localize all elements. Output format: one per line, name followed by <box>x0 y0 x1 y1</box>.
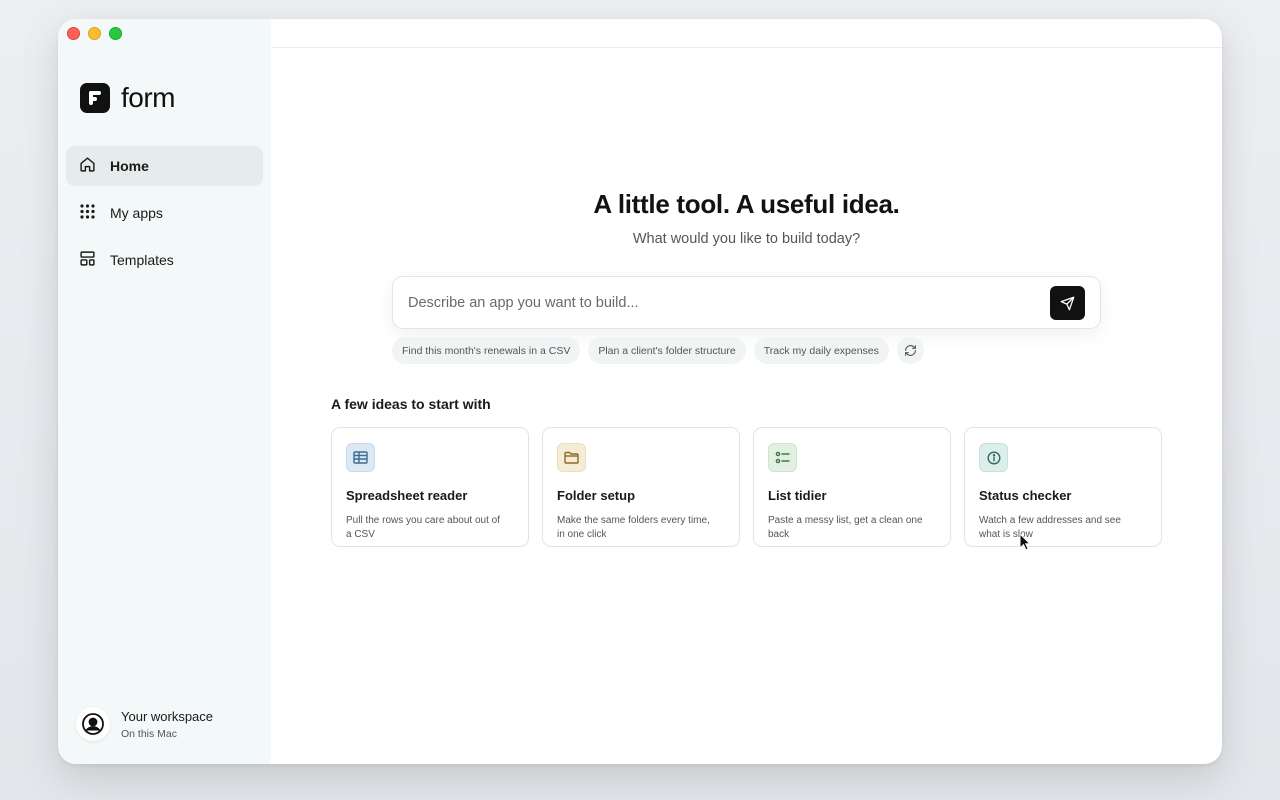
close-window-button[interactable] <box>67 27 80 40</box>
grid-icon <box>79 203 96 223</box>
sidebar-item-label: Templates <box>110 252 174 268</box>
suggestion-chip[interactable]: Find this month's renewals in a CSV <box>392 337 581 364</box>
sidebar-item-label: Home <box>110 158 149 174</box>
sidebar-item-home[interactable]: Home <box>66 146 263 186</box>
app-window: form Home My apps Templates Your workspa… <box>58 19 1222 764</box>
prompt-box <box>392 276 1101 329</box>
form-logo-icon <box>80 83 110 113</box>
card-description: Watch a few addresses and see what is sl… <box>979 515 1121 540</box>
main-content: A little tool. A useful idea. What would… <box>271 19 1222 764</box>
info-icon <box>979 443 1008 472</box>
send-button[interactable] <box>1050 286 1085 320</box>
card-description: Make the same folders every time, in one… <box>557 515 710 540</box>
idea-card-folder-setup[interactable]: Folder setup Make the same folders every… <box>542 427 740 547</box>
window-controls <box>67 27 122 40</box>
card-title: Spreadsheet reader <box>346 488 468 503</box>
templates-icon <box>79 250 96 270</box>
refresh-icon <box>904 345 916 356</box>
sidebar: form Home My apps Templates Your workspa… <box>58 19 271 764</box>
user-icon <box>82 713 104 735</box>
sidebar-nav: Home My apps Templates <box>66 146 263 287</box>
home-icon <box>79 156 96 176</box>
folder-icon <box>557 443 586 472</box>
workspace-location: On this Mac <box>121 727 178 740</box>
prompt-input[interactable] <box>408 277 1028 328</box>
idea-cards: Spreadsheet reader Pull the rows you car… <box>331 427 1162 547</box>
card-description: Paste a messy list, get a clean one back <box>768 515 923 540</box>
ideas-heading: A few ideas to start with <box>331 396 491 412</box>
page-subtitle: What would you like to build today? <box>632 231 861 247</box>
minimize-window-button[interactable] <box>88 27 101 40</box>
title-bar <box>271 19 1222 48</box>
idea-card-spreadsheet-reader[interactable]: Spreadsheet reader Pull the rows you car… <box>331 427 529 547</box>
sidebar-item-templates[interactable]: Templates <box>66 240 263 280</box>
sidebar-item-my-apps[interactable]: My apps <box>66 193 263 233</box>
workspace-name: Your workspace <box>121 708 214 724</box>
avatar <box>76 707 110 741</box>
card-title: Status checker <box>979 488 1072 503</box>
mouse-cursor-icon <box>1019 533 1031 551</box>
idea-card-status-checker[interactable]: Status checker Watch a few addresses and… <box>964 427 1162 547</box>
workspace-switcher[interactable]: Your workspace On this Mac <box>76 707 213 741</box>
card-title: List tidier <box>768 488 827 503</box>
table-icon <box>346 443 375 472</box>
card-description: Pull the rows you care about out of a CS… <box>346 515 500 540</box>
brand: form <box>80 82 176 114</box>
sidebar-item-label: My apps <box>110 205 163 221</box>
card-title: Folder setup <box>557 488 636 503</box>
checklist-icon <box>768 443 797 472</box>
suggestion-chip[interactable]: Plan a client's folder structure <box>588 337 746 364</box>
suggestion-chips: Find this month's renewals in a CSV Plan… <box>392 337 924 364</box>
maximize-window-button[interactable] <box>109 27 122 40</box>
suggestion-chip[interactable]: Track my daily expenses <box>753 337 889 364</box>
idea-card-list-tidier[interactable]: List tidier Paste a messy list, get a cl… <box>753 427 951 547</box>
send-icon <box>1060 296 1075 310</box>
page-title: A little tool. A useful idea. <box>593 189 900 219</box>
refresh-suggestions-button[interactable] <box>896 337 924 364</box>
app-name: form <box>121 82 176 113</box>
